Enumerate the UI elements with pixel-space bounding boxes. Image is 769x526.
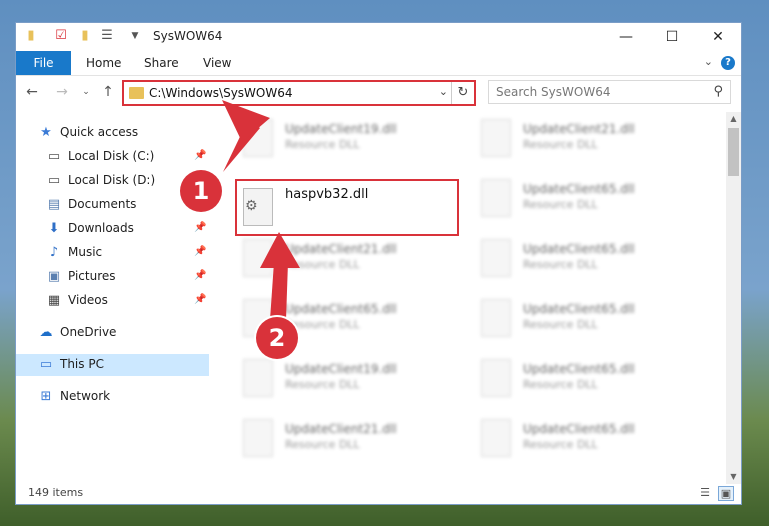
arrow-2-shaft: [270, 262, 288, 320]
arrow-1-head: [222, 100, 270, 142]
step-1-badge: 1: [180, 170, 222, 212]
arrow-2-head: [260, 232, 300, 268]
annotation-arrows: [222, 100, 300, 320]
step-2-badge: 2: [256, 317, 298, 359]
